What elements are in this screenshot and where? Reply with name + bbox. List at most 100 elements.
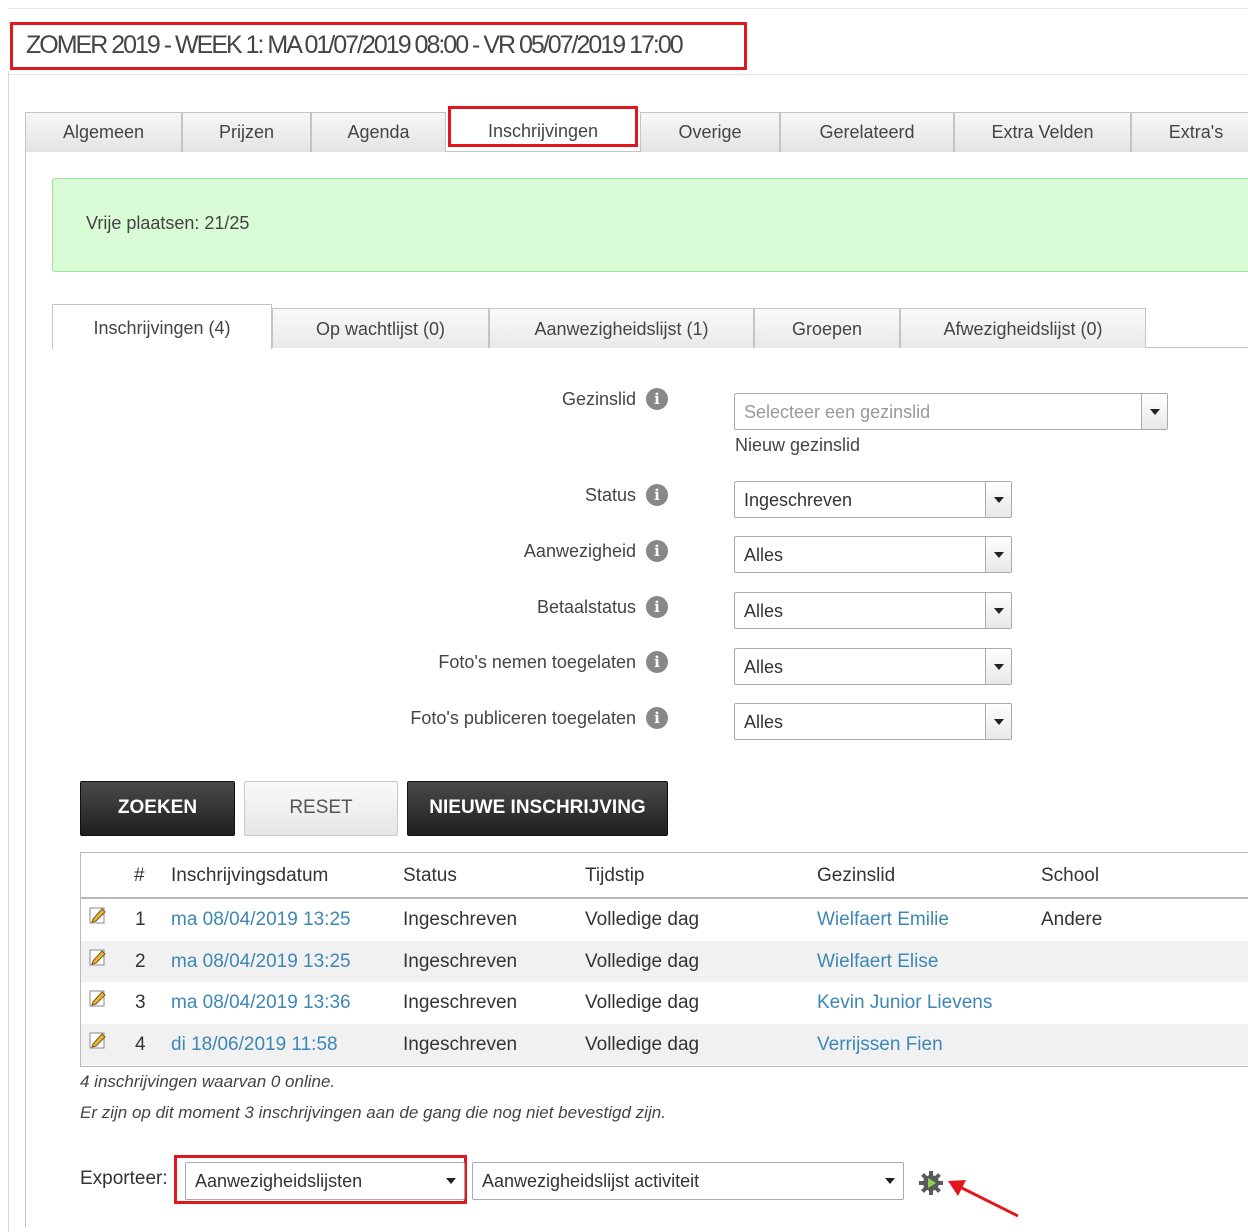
- free-places-notice: Vrije plaatsen: 21/25: [52, 178, 1248, 272]
- subtab-wachtlijst[interactable]: Op wachtlijst (0): [272, 308, 489, 348]
- top-rule: [8, 8, 1248, 9]
- aanwezigheid-select[interactable]: Alles: [734, 536, 1012, 573]
- row-time: Volledige dag: [585, 992, 700, 1013]
- aanwezigheid-value: Alles: [744, 545, 784, 565]
- edit-icon[interactable]: [88, 988, 108, 1008]
- fotos-nemen-select[interactable]: Alles: [734, 648, 1012, 685]
- edit-icon[interactable]: [88, 1030, 108, 1050]
- tab-agenda[interactable]: Agenda: [311, 112, 446, 152]
- info-icon[interactable]: i: [646, 484, 668, 506]
- new-registration-button[interactable]: NIEUWE INSCHRIJVING: [407, 781, 668, 836]
- row-time: Volledige dag: [585, 950, 700, 972]
- status-label-text: Status: [584, 484, 636, 505]
- aanwezigheid-label-text: Aanwezigheid: [523, 540, 636, 561]
- registrations-table: # Inschrijvingsdatum Status Tijdstip Gez…: [80, 852, 1248, 1067]
- fotos-publiceren-label: Foto's publiceren toegelaten i: [410, 707, 668, 729]
- chevron-down-icon[interactable]: [985, 482, 1011, 517]
- tab-gerelateerd[interactable]: Gerelateerd: [780, 112, 954, 152]
- tab-algemeen[interactable]: Algemeen: [25, 112, 182, 152]
- col-member[interactable]: Gezinslid: [817, 865, 895, 887]
- export-template-select[interactable]: Aanwezigheidslijst activiteit: [472, 1162, 904, 1200]
- tab-overige[interactable]: Overige: [640, 112, 780, 152]
- export-type-value: Aanwezigheidslijsten: [195, 1171, 363, 1191]
- row-status: Ingeschreven: [403, 950, 518, 972]
- chevron-down-icon[interactable]: [1141, 394, 1167, 429]
- tab-inschrijvingen[interactable]: Inschrijvingen: [448, 106, 638, 147]
- info-icon[interactable]: i: [646, 388, 668, 410]
- fotos-publiceren-label-text: Foto's publiceren toegelaten: [410, 707, 636, 728]
- betaalstatus-select[interactable]: Alles: [734, 592, 1012, 629]
- row-time: Volledige dag: [585, 909, 700, 930]
- gezinslid-select[interactable]: Selecteer een gezinslid: [734, 393, 1168, 430]
- row-date-link[interactable]: ma 08/04/2019 13:36: [171, 992, 351, 1014]
- col-status[interactable]: Status: [403, 865, 457, 887]
- row-time: Volledige dag: [585, 1033, 700, 1055]
- fotos-nemen-label: Foto's nemen toegelaten i: [438, 651, 668, 673]
- status-label: Status i: [585, 484, 668, 506]
- row-member-link[interactable]: Verrijssen Fien: [817, 1034, 943, 1056]
- row-status: Ingeschreven: [403, 1033, 518, 1055]
- table-row: 3 ma 08/04/2019 13:36 Ingeschreven Volle…: [81, 982, 1248, 1024]
- free-places-text: Vrije plaatsen: 21/25: [86, 213, 250, 233]
- search-button[interactable]: ZOEKEN: [80, 781, 235, 836]
- subtab-aanwezigheidslijst[interactable]: Aanwezigheidslijst (1): [489, 308, 754, 348]
- edit-icon[interactable]: [88, 905, 108, 925]
- row-member-link[interactable]: Kevin Junior Lievens: [817, 992, 992, 1014]
- gezinslid-placeholder: Selecteer een gezinslid: [744, 402, 931, 422]
- tab-prijzen[interactable]: Prijzen: [182, 112, 311, 152]
- subtab-afwezigheidslijst[interactable]: Afwezigheidslijst (0): [900, 308, 1146, 348]
- col-date[interactable]: Inschrijvingsdatum: [171, 865, 328, 887]
- aanwezigheid-label: Aanwezigheid i: [524, 540, 668, 562]
- export-type-select[interactable]: Aanwezigheidslijsten: [185, 1162, 465, 1200]
- row-date-link[interactable]: ma 08/04/2019 13:25: [171, 909, 351, 931]
- row-member-link[interactable]: Wielfaert Elise: [817, 951, 938, 973]
- col-num[interactable]: #: [134, 865, 145, 887]
- fotos-publiceren-select[interactable]: Alles: [734, 703, 1012, 740]
- page-title: ZOMER 2019 - WEEK 1: MA 01/07/2019 08:00…: [10, 22, 747, 70]
- new-member-link[interactable]: Nieuw gezinslid: [735, 435, 860, 456]
- row-school: Andere: [1041, 909, 1103, 930]
- status-select[interactable]: Ingeschreven: [734, 481, 1012, 518]
- info-icon[interactable]: i: [646, 651, 668, 673]
- gezinslid-label-text: Gezinslid: [561, 388, 636, 409]
- row-num: 3: [135, 992, 146, 1013]
- row-num: 4: [135, 1033, 146, 1055]
- row-num: 2: [135, 950, 146, 972]
- tab-extras[interactable]: Extra's: [1131, 112, 1248, 152]
- fotos-publiceren-value: Alles: [744, 712, 784, 732]
- row-member-link[interactable]: Wielfaert Emilie: [817, 909, 949, 931]
- export-template-value: Aanwezigheidslijst activiteit: [482, 1171, 700, 1191]
- info-icon[interactable]: i: [646, 596, 668, 618]
- row-num: 1: [135, 909, 146, 930]
- row-status: Ingeschreven: [403, 909, 518, 930]
- row-date-link[interactable]: ma 08/04/2019 13:25: [171, 951, 351, 973]
- table-row: 4 di 18/06/2019 11:58 Ingeschreven Volle…: [81, 1023, 1248, 1065]
- annotation-arrow-icon: [948, 1180, 1019, 1218]
- pending-registrations-note: Er zijn op dit moment 3 inschrijvingen a…: [80, 1103, 666, 1122]
- row-date-link[interactable]: di 18/06/2019 11:58: [171, 1034, 338, 1056]
- registrations-count-note: 4 inschrijvingen waarvan 0 online.: [80, 1072, 336, 1091]
- chevron-down-icon[interactable]: [985, 537, 1011, 572]
- tab-extra-velden[interactable]: Extra Velden: [954, 112, 1131, 152]
- col-time[interactable]: Tijdstip: [585, 865, 644, 887]
- subtab-groepen[interactable]: Groepen: [754, 308, 900, 348]
- chevron-down-icon[interactable]: [985, 593, 1011, 628]
- col-school[interactable]: School: [1041, 865, 1099, 887]
- info-icon[interactable]: i: [646, 540, 668, 562]
- subtab-inschrijvingen[interactable]: Inschrijvingen (4): [52, 304, 272, 349]
- betaalstatus-value: Alles: [744, 601, 784, 621]
- chevron-down-icon[interactable]: [877, 1163, 903, 1199]
- chevron-down-icon[interactable]: [985, 704, 1011, 739]
- betaalstatus-label: Betaalstatus i: [537, 596, 668, 618]
- table-header: # Inschrijvingsdatum Status Tijdstip Gez…: [81, 853, 1248, 899]
- row-status: Ingeschreven: [403, 992, 518, 1013]
- betaalstatus-label-text: Betaalstatus: [536, 596, 636, 617]
- main-tab-bar: Algemeen Prijzen Agenda Inschrijvingen O…: [25, 106, 1248, 152]
- chevron-down-icon[interactable]: [985, 649, 1011, 684]
- chevron-down-icon[interactable]: [438, 1163, 464, 1199]
- edit-icon[interactable]: [88, 947, 108, 967]
- left-rule: [8, 72, 9, 1232]
- reset-button[interactable]: RESET: [244, 781, 398, 836]
- info-icon[interactable]: i: [646, 707, 668, 729]
- gezinslid-label: Gezinslid i: [562, 388, 668, 410]
